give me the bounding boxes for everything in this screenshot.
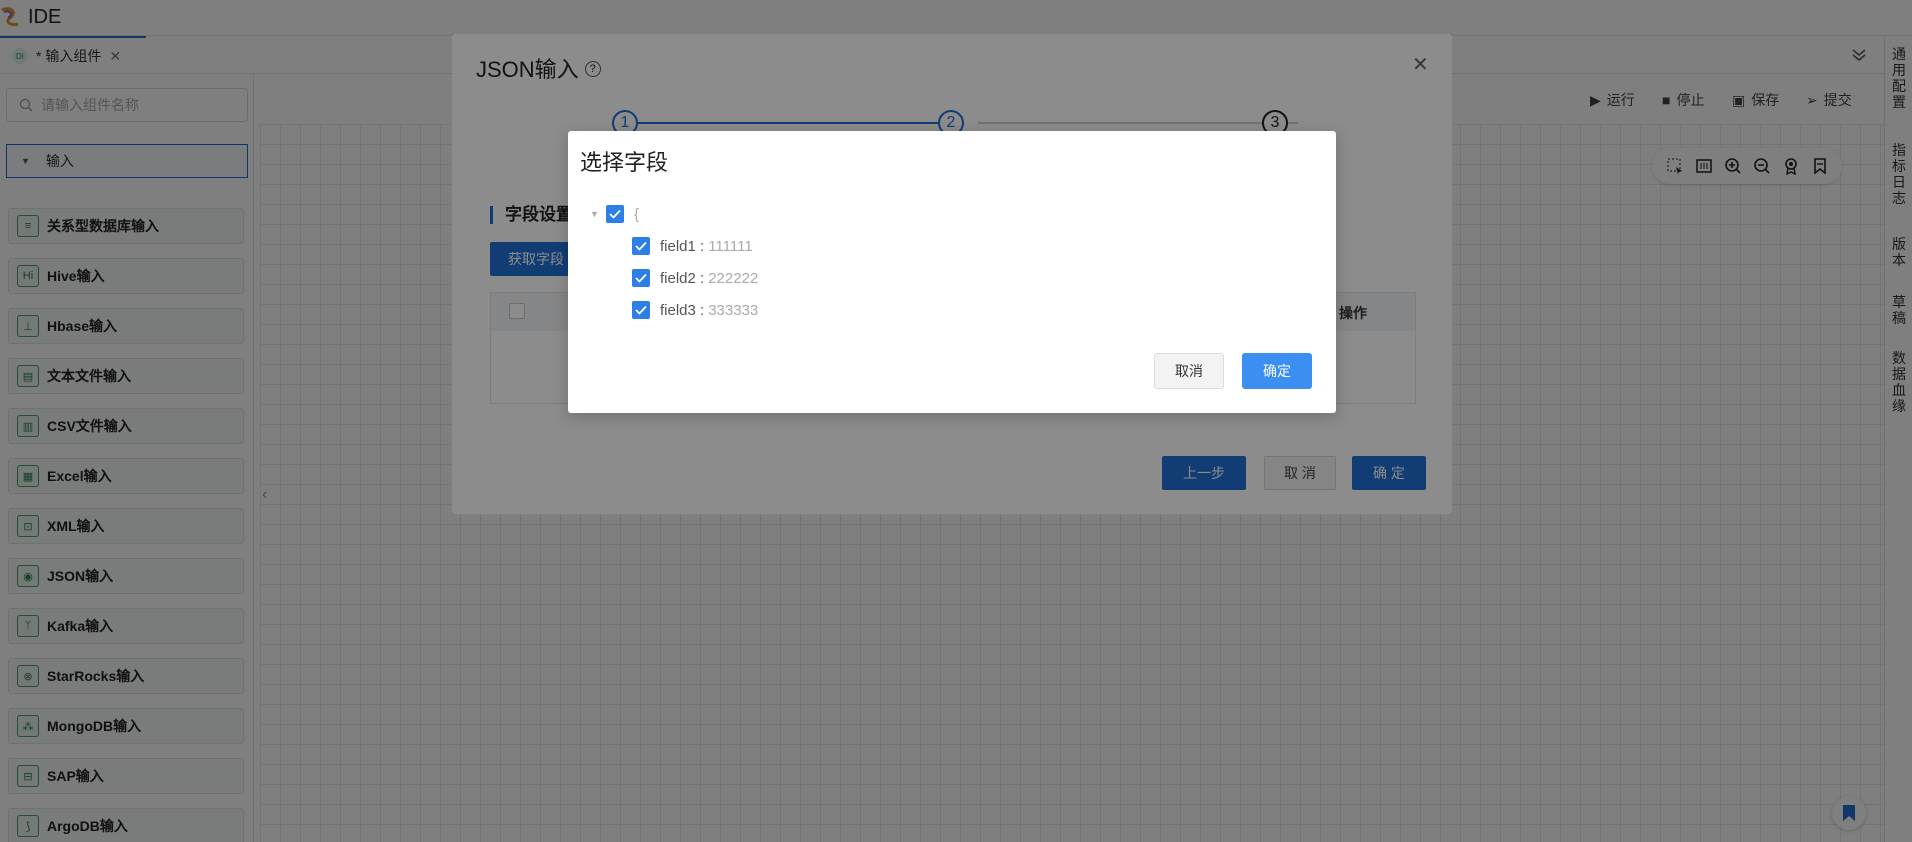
checkmark-icon xyxy=(609,209,621,219)
field-row: field2 :222222 xyxy=(632,269,758,287)
field-name: field2 xyxy=(660,269,696,287)
select-fields-dialog: 选择字段 ▼ { field1 :111111 field2 :222222 fie… xyxy=(568,131,1336,413)
root-label: { xyxy=(634,205,640,223)
checkmark-icon xyxy=(635,241,647,251)
tree-root: ▼ { xyxy=(590,205,639,223)
field-checkbox[interactable] xyxy=(632,301,650,319)
field-name: field3 xyxy=(660,301,696,319)
checkmark-icon xyxy=(635,273,647,283)
field-value: 111111 xyxy=(708,237,753,255)
field-checkbox[interactable] xyxy=(632,237,650,255)
field-value: 222222 xyxy=(708,269,759,287)
field-row: field3 :333333 xyxy=(632,301,758,319)
dialog-title: 选择字段 xyxy=(580,150,669,175)
field-separator: : xyxy=(695,269,705,287)
field-separator: : xyxy=(695,301,705,319)
dialog-cancel-button[interactable]: 取消 xyxy=(1154,353,1224,389)
field-checkbox[interactable] xyxy=(632,269,650,287)
checkmark-icon xyxy=(635,305,647,315)
field-value: 333333 xyxy=(708,301,759,319)
root-checkbox[interactable] xyxy=(606,205,624,223)
dialog-confirm-button[interactable]: 确定 xyxy=(1242,353,1312,389)
field-name: field1 xyxy=(660,237,696,255)
field-row: field1 :111111 xyxy=(632,237,753,255)
caret-down-icon[interactable]: ▼ xyxy=(590,209,606,219)
field-separator: : xyxy=(695,237,705,255)
